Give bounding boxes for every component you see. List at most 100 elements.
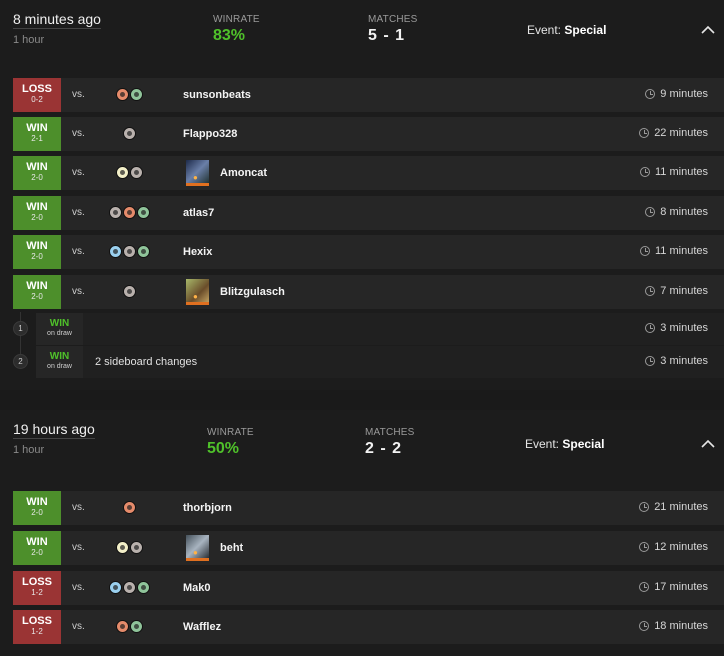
session-duration: 1 hour [13,34,45,46]
result-label: WIN [26,122,48,134]
vs-label: vs. [72,502,85,513]
red-mana-icon [116,88,129,101]
opponent-name[interactable]: Flappo328 [183,128,237,140]
vs-label: vs. [72,621,85,632]
result-label: WIN [26,240,48,252]
clock-icon [645,323,656,333]
game-number: 1 [13,321,28,336]
matches-label: MATCHES [365,427,415,438]
black-mana-icon [130,541,143,554]
result-score: 0-2 [31,95,43,104]
result-score: 2-0 [31,292,43,301]
game-row[interactable]: 2 WIN on draw 2 sideboard changes 3 minu… [0,345,724,378]
vs-label: vs. [72,207,85,218]
green-mana-icon [137,245,150,258]
result-label: WIN [26,536,48,548]
green-mana-icon [130,88,143,101]
opponent-name[interactable]: Wafflez [183,621,221,633]
match-duration: 8 minutes [645,206,708,218]
game-result-badge: WIN on draw [36,346,83,378]
result-badge: WIN 2-0 [13,196,61,230]
paw-icon: ● [193,548,198,557]
green-mana-icon [137,581,150,594]
clock-icon [645,89,656,99]
chevron-up-icon[interactable] [700,436,716,452]
match-row[interactable]: WIN 2-0 vs. thorbjorn 21 minutes [13,491,724,525]
mana-colors [109,206,150,220]
sideboard-changes[interactable]: 2 sideboard changes [95,356,197,368]
black-mana-icon [123,245,136,258]
opponent-name[interactable]: beht [220,542,243,554]
opponent-name[interactable]: atlas7 [183,207,214,219]
result-score: 2-0 [31,252,43,261]
mana-colors [123,285,136,299]
result-badge: LOSS 1-2 [13,610,61,644]
opponent-name[interactable]: sunsonbeats [183,89,251,101]
winrate-label: WINRATE [207,427,254,438]
result-label: WIN [26,280,48,292]
match-duration: 12 minutes [639,541,708,553]
result-label: LOSS [22,83,52,95]
game-row[interactable]: 1 WIN on draw 3 minutes [0,312,724,345]
red-mana-icon [123,206,136,219]
match-duration: 11 minutes [640,166,708,178]
green-mana-icon [130,620,143,633]
match-row[interactable]: WIN 2-0 vs. Hexix 11 minutes [13,235,724,269]
result-label: LOSS [22,576,52,588]
vs-label: vs. [72,128,85,139]
session-header: 8 minutes ago 1 hour WINRATE 83% MATCHES… [0,0,724,60]
result-score: 1-2 [31,627,43,636]
opponent-name[interactable]: Amoncat [220,167,267,179]
match-row[interactable]: LOSS 0-2 vs. sunsonbeats 9 minutes [13,78,724,112]
result-badge: WIN 2-0 [13,235,61,269]
mana-colors [116,88,143,102]
clock-icon [645,207,656,217]
opponent-avatar: ● [186,535,209,561]
clock-icon [645,286,656,296]
result-score: 2-0 [31,548,43,557]
black-mana-icon [109,206,122,219]
game-result: WIN [49,318,70,329]
game-result-badge: WIN on draw [36,313,83,345]
game-play-order: on draw [47,330,72,337]
result-label: WIN [26,496,48,508]
black-mana-icon [123,581,136,594]
match-row[interactable]: WIN 2-0 vs. ● Amoncat 11 minutes [13,156,724,190]
opponent-name[interactable]: Hexix [183,246,212,258]
match-row[interactable]: WIN 2-0 vs. ● beht 12 minutes [13,531,724,565]
result-label: WIN [26,161,48,173]
match-row[interactable]: WIN 2-0 vs. atlas7 8 minutes [13,196,724,230]
winrate-value: 50% [207,440,240,457]
paw-icon: ● [193,173,198,182]
opponent-name[interactable]: Blitzgulasch [220,286,285,298]
clock-icon [639,128,650,138]
result-score: 1-2 [31,588,43,597]
black-mana-icon [123,285,136,298]
match-row[interactable]: LOSS 1-2 vs. Mak0 17 minutes [13,571,724,605]
black-mana-icon [130,166,143,179]
opponent-name[interactable]: thorbjorn [183,502,232,514]
event-name: Special [562,437,605,451]
match-row[interactable]: WIN 2-1 vs. Flappo328 22 minutes [13,117,724,151]
session-time: 8 minutes ago [13,11,101,29]
game-duration: 3 minutes [645,322,708,334]
clock-icon [639,502,650,512]
mana-colors [109,581,150,595]
game-play-order: on draw [47,363,72,370]
match-row[interactable]: LOSS 1-2 vs. Wafflez 18 minutes [13,610,724,644]
red-mana-icon [123,501,136,514]
session-time: 19 hours ago [13,421,95,439]
match-duration: 17 minutes [639,581,708,593]
winrate-value: 83% [213,27,246,44]
vs-label: vs. [72,286,85,297]
match-row[interactable]: WIN 2-0 vs. ● Blitzgulasch 7 minutes [13,275,724,309]
clock-icon [639,621,650,631]
paw-icon: ● [193,292,198,301]
white-mana-icon [116,166,129,179]
chevron-up-icon[interactable] [700,22,716,38]
opponent-avatar: ● [186,279,209,305]
mana-colors [116,541,143,555]
opponent-name[interactable]: Mak0 [183,582,211,594]
result-badge: WIN 2-0 [13,491,61,525]
result-label: LOSS [22,615,52,627]
